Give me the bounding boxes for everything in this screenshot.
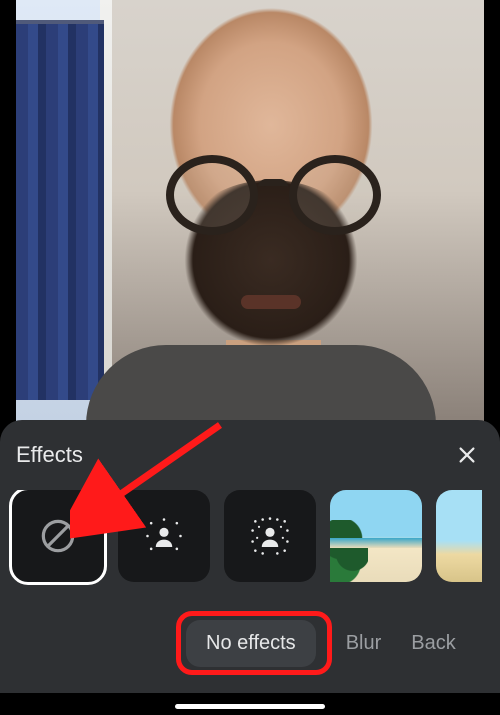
- glasses-bridge: [258, 179, 288, 189]
- effect-tile-blur-strong[interactable]: [224, 490, 316, 582]
- screen-root: { "sheet": { "title": "Effects", "close_…: [0, 0, 500, 715]
- person-glasses: [166, 155, 381, 235]
- glasses-lens-left: [166, 155, 258, 235]
- person-dots-sparse-icon: [142, 514, 186, 558]
- effect-tile-background-1[interactable]: [330, 490, 422, 582]
- person-dots-dense-icon: [248, 514, 292, 558]
- effects-tile-row[interactable]: [8, 490, 500, 590]
- prohibit-icon: [36, 514, 80, 558]
- background-curtain: [16, 20, 104, 400]
- effect-tile-blur-light[interactable]: [118, 490, 210, 582]
- device-bottom-bar: [0, 693, 500, 715]
- home-indicator[interactable]: [175, 704, 325, 709]
- effect-tile-none[interactable]: [12, 490, 104, 582]
- effect-label-blur[interactable]: Blur: [346, 632, 382, 655]
- glasses-lens-right: [289, 155, 381, 235]
- person-mouth: [241, 295, 301, 309]
- video-preview: [16, 0, 484, 425]
- effect-tile-background-2[interactable]: [436, 490, 482, 582]
- close-icon: [456, 444, 478, 466]
- close-button[interactable]: [450, 438, 484, 472]
- effects-sheet-header: Effects: [16, 438, 484, 472]
- effect-label-no-effects[interactable]: No effects: [186, 620, 316, 667]
- effects-label-row[interactable]: No effects Blur Back: [0, 615, 500, 671]
- effects-sheet: Effects: [0, 420, 500, 700]
- effect-label-backgrounds[interactable]: Back: [411, 632, 455, 655]
- effects-title: Effects: [16, 442, 83, 468]
